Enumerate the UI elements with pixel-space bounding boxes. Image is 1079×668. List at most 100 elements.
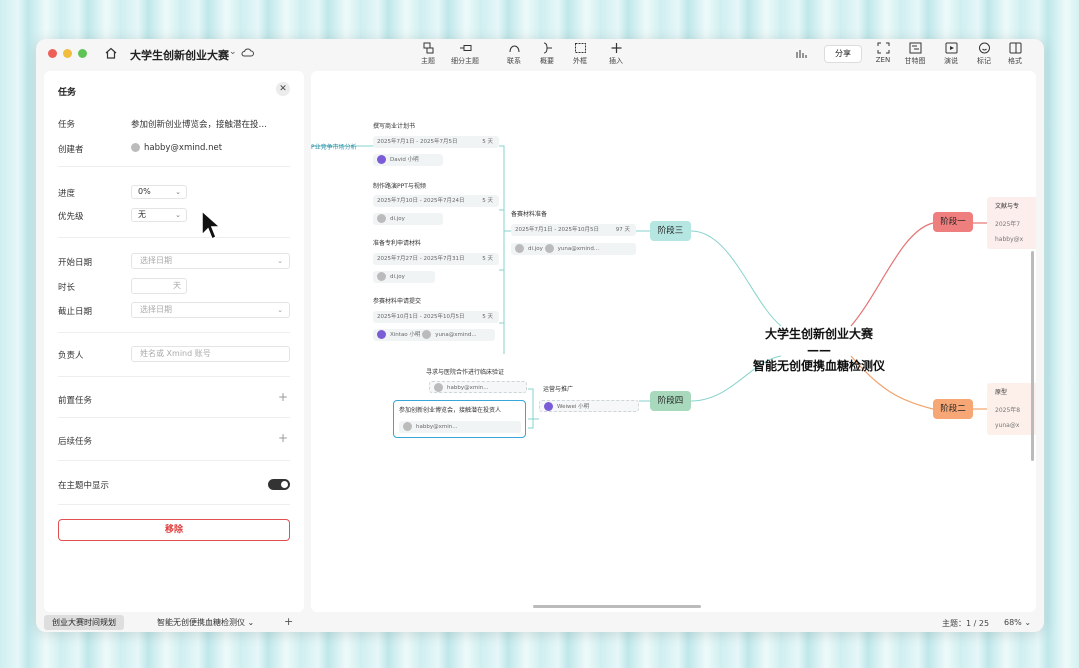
stage-one-task-box[interactable]: 文献与专 2025年7 habby@x bbox=[987, 197, 1036, 249]
sheet-tab-active[interactable]: 创业大赛时间规划 bbox=[44, 615, 124, 630]
stage-three-node[interactable]: 阶段三 bbox=[650, 221, 691, 241]
play-icon bbox=[945, 42, 957, 54]
central-topic[interactable]: 大学生创新创业大赛 —— 智能无创便携血糖检测仪 bbox=[724, 326, 914, 374]
avatar bbox=[377, 330, 386, 339]
task-assignee-card: habby@xmin... bbox=[399, 421, 521, 433]
avatar bbox=[377, 214, 386, 223]
priority-select[interactable]: 无 ⌄ bbox=[131, 208, 187, 222]
gantt-icon bbox=[909, 42, 921, 54]
avatar bbox=[434, 383, 443, 392]
task-materials[interactable]: 备赛材料准备 bbox=[511, 209, 547, 218]
panel-title: 任务 bbox=[58, 88, 77, 98]
mindmap-canvas[interactable]: P业竞争市场分析 撰写商业计划书 2025年7月1日 - 2025年7月5日 5 … bbox=[311, 71, 1036, 612]
close-window-button[interactable] bbox=[48, 49, 57, 58]
avatar bbox=[131, 143, 140, 152]
stage-two-node[interactable]: 阶段二 bbox=[933, 399, 973, 419]
subtopic-button[interactable]: 细分主题 bbox=[447, 42, 483, 68]
task-date-card: 2025年7月1日 - 2025年7月5日 5 天 bbox=[373, 136, 499, 148]
task-assignee-card: habby@xmin... bbox=[429, 381, 527, 393]
divider bbox=[58, 376, 290, 377]
chevron-down-icon[interactable]: ⌄ bbox=[229, 47, 237, 57]
add-prev-task-icon[interactable]: + bbox=[278, 390, 288, 404]
subtopic-icon bbox=[459, 45, 471, 51]
divider bbox=[58, 332, 290, 333]
divider bbox=[58, 504, 290, 505]
assignee-label: 负责人 bbox=[58, 351, 84, 361]
plus-icon bbox=[611, 43, 621, 53]
sheet-tab-bar: 创业大赛时间规划 智能无创便携血糖检测仪 ⌄ + 主题：1 / 25 68% ⌄ bbox=[36, 613, 1044, 632]
task-submit[interactable]: 参赛材料申请提交 bbox=[373, 296, 421, 305]
maximize-window-button[interactable] bbox=[78, 49, 87, 58]
chevron-down-icon: ⌄ bbox=[247, 618, 255, 627]
add-next-task-icon[interactable]: + bbox=[278, 431, 288, 445]
fullscreen-icon bbox=[877, 42, 889, 54]
task-panel: 任务 ✕ 任务 参加创新创业博览会，接触潜在投… 创建者 habby@xmind… bbox=[44, 71, 304, 612]
task-value[interactable]: 参加创新创业博览会，接触潜在投… bbox=[131, 118, 267, 130]
smile-icon bbox=[978, 42, 990, 54]
boundary-icon bbox=[574, 43, 586, 53]
present-button[interactable]: 演说 bbox=[940, 42, 962, 68]
competition-analysis-node[interactable]: P业竞争市场分析 bbox=[311, 142, 357, 151]
gantt-button[interactable]: 甘特图 bbox=[902, 42, 928, 68]
task-date-card: 2025年7月1日 - 2025年10月5日 97 天 bbox=[511, 224, 636, 236]
task-roadshow[interactable]: 制作路演PPT与视频 bbox=[373, 181, 426, 190]
start-date-label: 开始日期 bbox=[58, 258, 93, 268]
task-expo[interactable]: 参加创新创业博览会，接触潜在投资人 bbox=[399, 405, 501, 414]
relation-icon bbox=[509, 45, 519, 53]
boundary-button[interactable]: 外框 bbox=[568, 42, 592, 68]
avatar bbox=[544, 402, 553, 411]
minimize-window-button[interactable] bbox=[63, 49, 72, 58]
avatar bbox=[515, 244, 524, 253]
end-date-label: 截止日期 bbox=[58, 307, 93, 317]
duration-field[interactable]: 天 bbox=[131, 278, 187, 294]
format-button[interactable]: 格式 bbox=[1004, 42, 1026, 68]
start-date-picker[interactable]: 选择日期 ⌄ bbox=[131, 253, 290, 269]
prev-task-label: 前置任务 bbox=[58, 396, 93, 406]
document-title[interactable]: 大学生创新创业大赛 bbox=[130, 47, 229, 63]
zoom-level[interactable]: 68% ⌄ bbox=[1004, 618, 1031, 627]
voice-icon[interactable] bbox=[794, 47, 808, 61]
insert-button[interactable]: 插入 bbox=[601, 42, 631, 68]
topic-button[interactable]: 主题 bbox=[416, 42, 440, 68]
duration-label: 时长 bbox=[58, 283, 76, 293]
stage-four-node[interactable]: 阶段四 bbox=[650, 391, 691, 411]
task-assignee-card: di.joy bbox=[373, 213, 443, 225]
creator-value: habby@xmind.net bbox=[131, 143, 222, 153]
stage-one-node[interactable]: 阶段一 bbox=[933, 212, 973, 232]
relation-button[interactable]: 联系 bbox=[502, 42, 526, 68]
title-bar: 大学生创新创业大赛 ⌄ 主题 细分主题 联系 概要 外框 插入 分享 ZEN 甘… bbox=[36, 39, 1044, 69]
add-sheet-icon[interactable]: + bbox=[284, 615, 293, 628]
progress-select[interactable]: 0% ⌄ bbox=[131, 185, 187, 199]
summary-button[interactable]: 概要 bbox=[535, 42, 559, 68]
task-patent[interactable]: 准备专利申请材料 bbox=[373, 238, 421, 247]
marker-button[interactable]: 标记 bbox=[973, 42, 995, 68]
avatar bbox=[544, 244, 554, 253]
zen-button[interactable]: ZEN bbox=[872, 42, 894, 68]
task-business-plan[interactable]: 撰写商业计划书 bbox=[373, 121, 415, 130]
task-clinical[interactable]: 寻求与医院合作进行临床验证 bbox=[426, 367, 504, 376]
sheet-tab[interactable]: 智能无创便携血糖检测仪 ⌄ bbox=[149, 615, 262, 630]
horizontal-scrollbar[interactable] bbox=[533, 605, 701, 608]
task-assignee-card: di.joy yuna@xmind... bbox=[511, 243, 636, 255]
remove-button[interactable]: 移除 bbox=[58, 519, 290, 541]
task-operations[interactable]: 运营与推广 bbox=[543, 384, 573, 393]
show-in-topic-toggle[interactable] bbox=[268, 479, 290, 490]
format-icon bbox=[1009, 42, 1021, 54]
divider bbox=[58, 460, 290, 461]
task-date-card: 2025年7月27日 - 2025年7月31日 5 天 bbox=[373, 253, 499, 265]
avatar bbox=[377, 155, 386, 164]
chevron-down-icon: ⌄ bbox=[277, 257, 283, 265]
end-date-picker[interactable]: 选择日期 ⌄ bbox=[131, 302, 290, 318]
vertical-scrollbar[interactable] bbox=[1031, 251, 1034, 461]
stage-two-task-box[interactable]: 原型 2025年8 yuna@x bbox=[987, 383, 1036, 435]
topic-icon bbox=[423, 42, 433, 54]
close-icon[interactable]: ✕ bbox=[276, 82, 290, 96]
task-assignee-card: Weiwei 小明 bbox=[539, 400, 639, 412]
priority-label: 优先级 bbox=[58, 212, 84, 222]
task-assignee-card: di.joy bbox=[373, 271, 435, 283]
cloud-icon[interactable] bbox=[241, 47, 254, 57]
assignee-input[interactable]: 姓名或 Xmind 账号 bbox=[131, 346, 290, 362]
share-button[interactable]: 分享 bbox=[824, 45, 862, 63]
home-icon[interactable] bbox=[104, 46, 118, 60]
mouse-cursor-icon bbox=[201, 209, 222, 241]
